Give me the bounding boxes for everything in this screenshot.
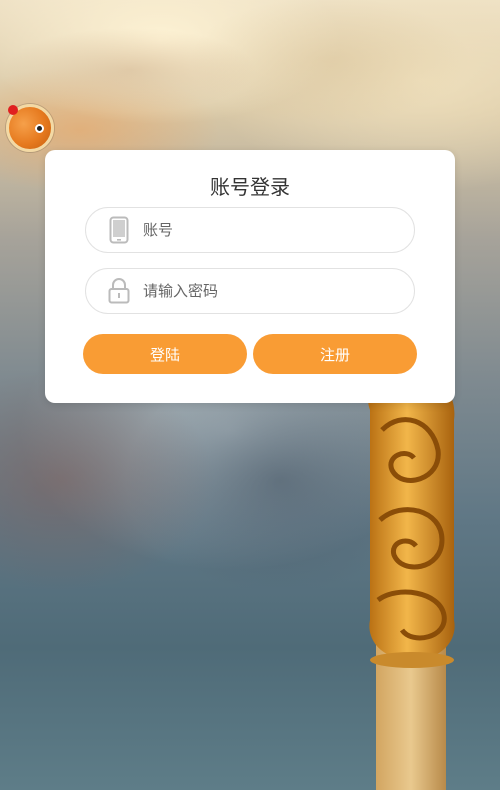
password-input[interactable] [143,282,383,300]
register-button[interactable]: 注册 [253,334,417,374]
login-button[interactable]: 登陆 [83,334,247,374]
login-card: 账号登录 登陆 注册 [45,150,455,403]
account-input[interactable] [143,221,383,239]
avatar[interactable] [6,104,54,152]
golden-staff-illustration [362,370,462,790]
password-field[interactable] [85,268,415,314]
phone-icon [107,216,131,244]
lock-icon [107,277,131,305]
account-field[interactable] [85,207,415,253]
avatar-eye [35,124,44,133]
login-title: 账号登录 [210,175,290,199]
notification-dot [8,105,18,115]
